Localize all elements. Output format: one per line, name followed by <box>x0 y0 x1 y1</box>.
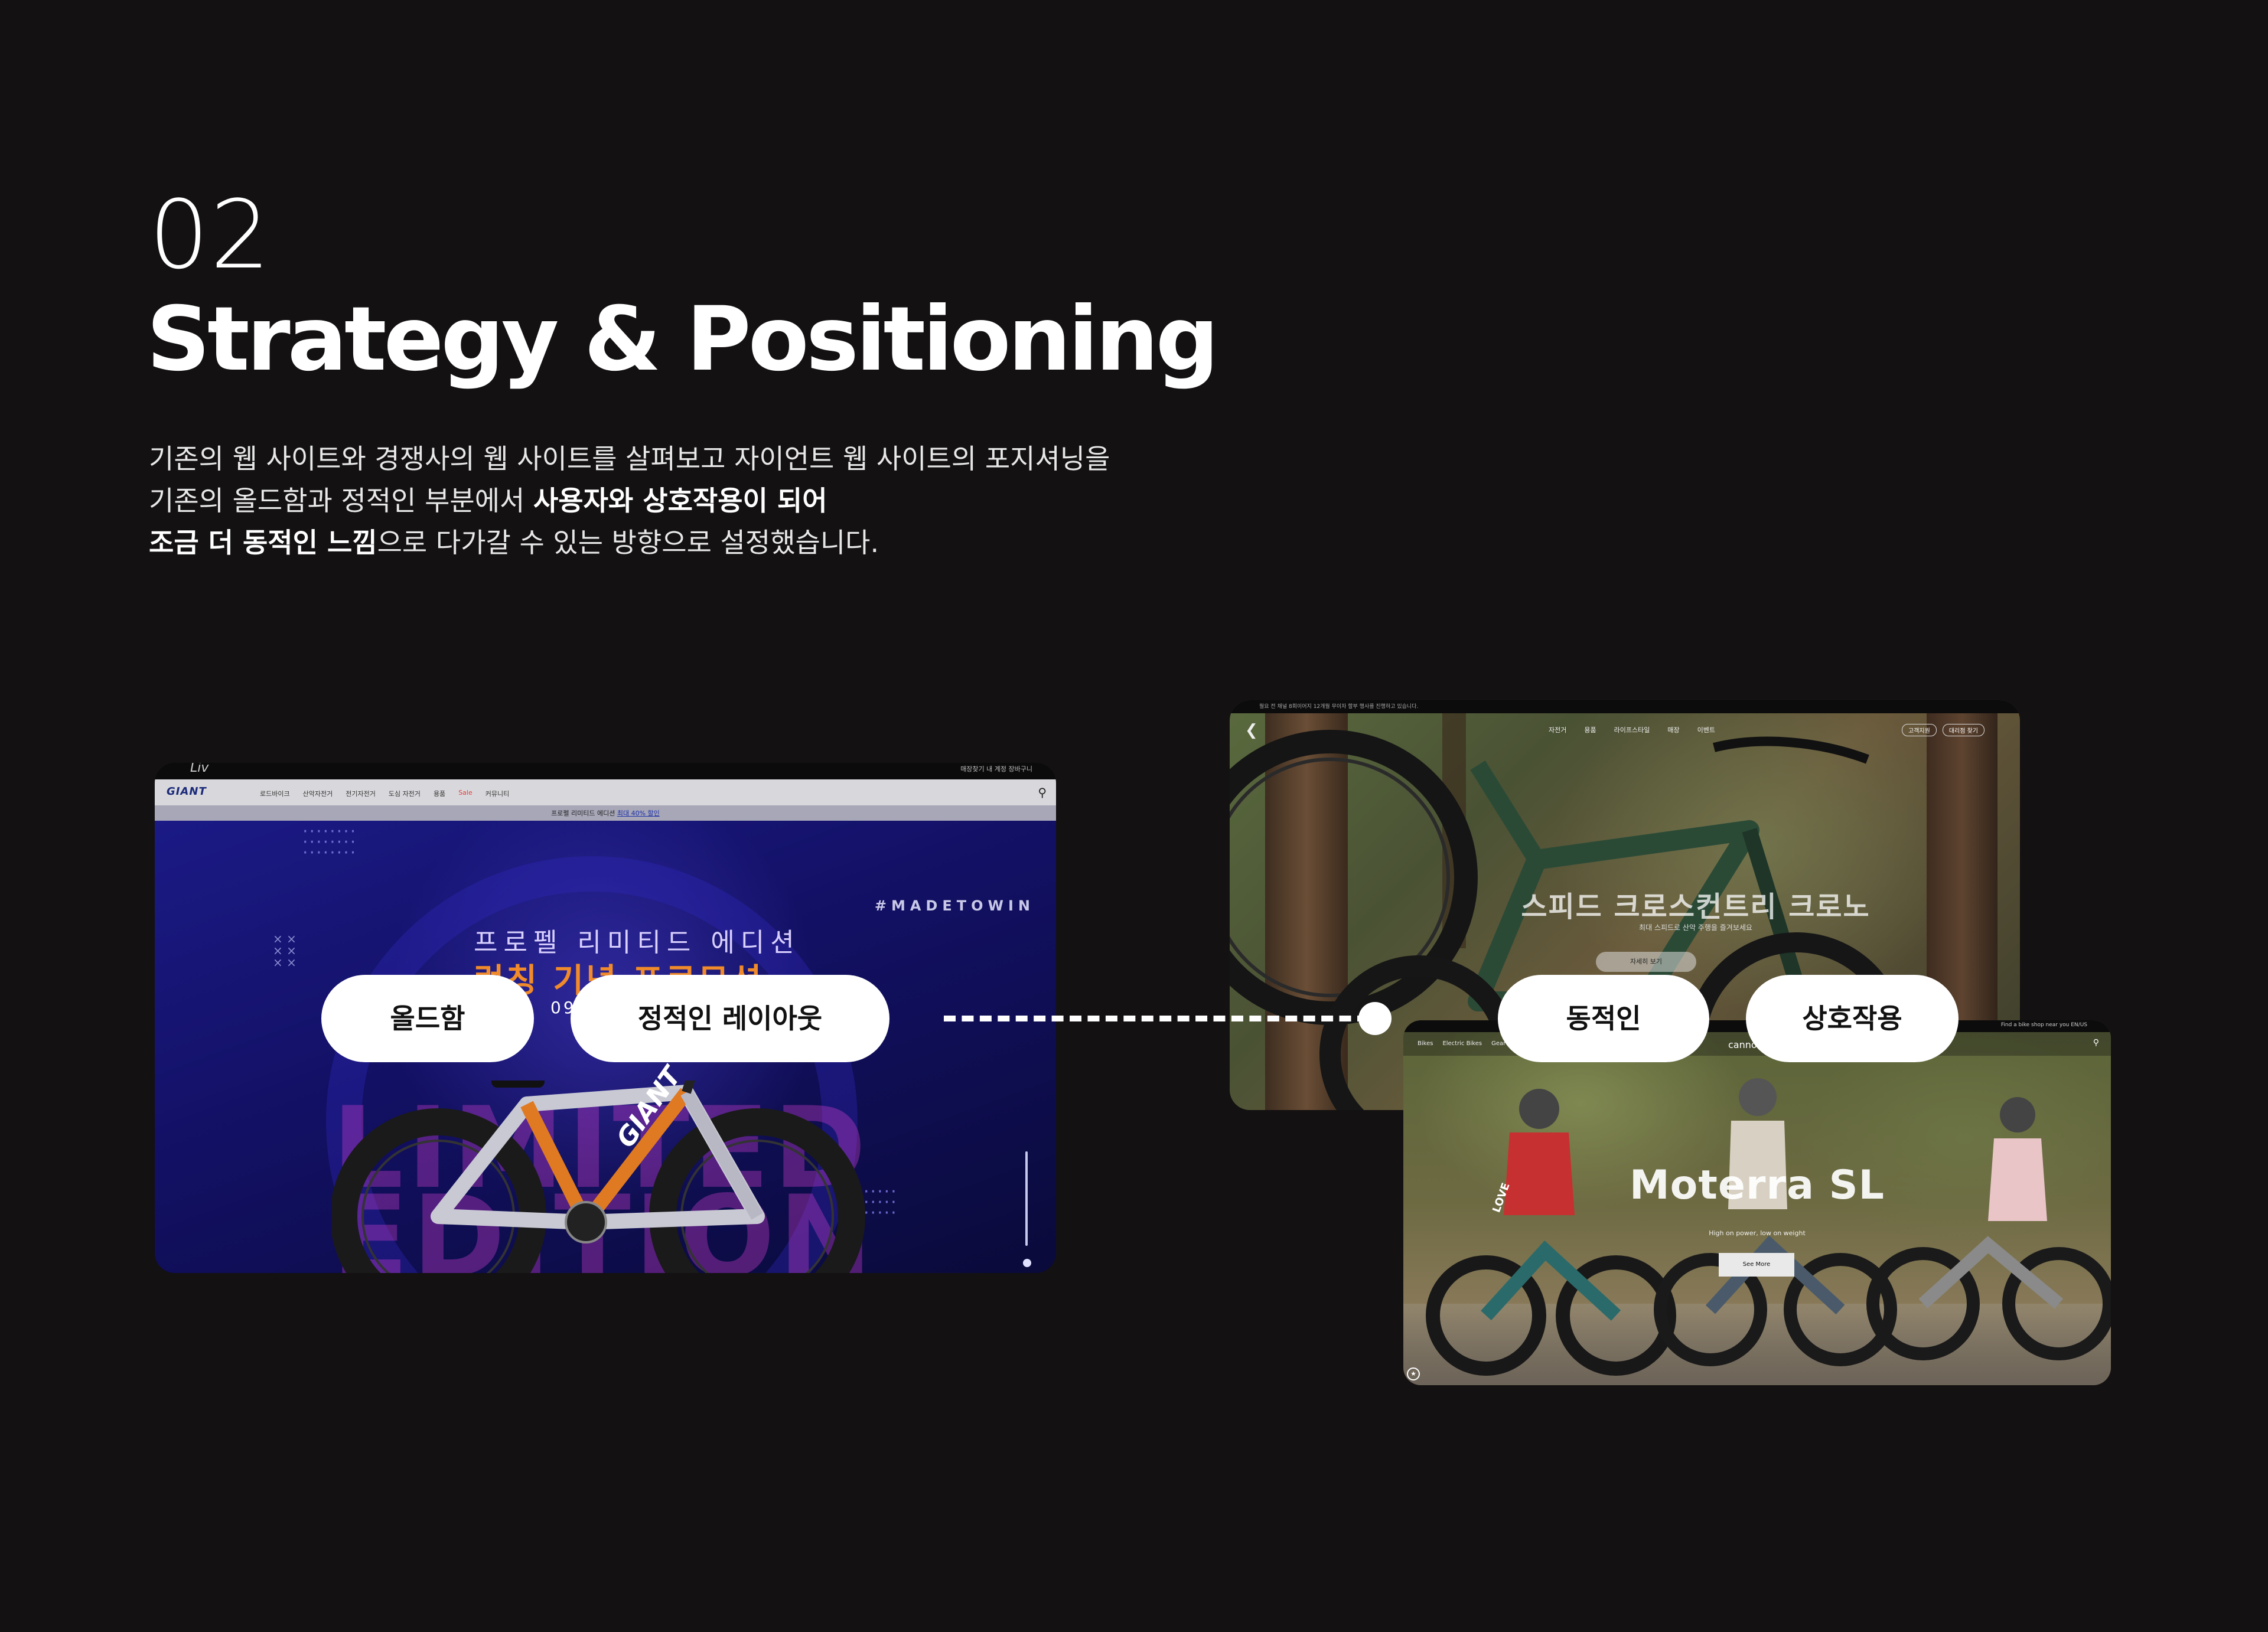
road-bike-illustration <box>332 1081 865 1273</box>
tag-static-layout: 정적인 레이아웃 <box>571 975 889 1062</box>
scroll-indicator <box>1025 1151 1028 1246</box>
cannondale2-hero-subtitle: High on power, low on weight <box>1709 1229 1806 1237</box>
giant-top-menu: 매장찾기 내 계정 장바구니 <box>960 765 1032 773</box>
giant-promo-link: 최대 40% 할인 <box>617 810 660 817</box>
cannondale-hero-title: 스피드 크로스컨트리 크로노 <box>1521 890 1871 923</box>
hashtag-text: #MADETOWIN <box>874 897 1035 914</box>
connector-joint-dot <box>1358 1002 1392 1035</box>
giant-menu-item-sale: Sale <box>458 789 472 797</box>
giant-top-bar: Liv 매장찾기 내 계정 장바구니 <box>155 763 1056 779</box>
cannondale-cta-button: 자세히 보기 <box>1596 952 1696 972</box>
accessibility-icon: ★ <box>1407 1367 1420 1380</box>
cannondale2-cta-button: See More <box>1719 1253 1794 1277</box>
cannondale2-hero-title: Moterra SL <box>1630 1162 1885 1209</box>
cannondale-menu-item: 매장 <box>1667 726 1680 734</box>
cannondale-menu-item: 이벤트 <box>1697 726 1715 734</box>
liv-logo: Liv <box>190 763 209 775</box>
cannondale2-menu-item: Gear <box>1491 1040 1506 1047</box>
giant-menu-item: 용품 <box>433 790 446 798</box>
tag-dynamic: 동적인 <box>1498 975 1709 1062</box>
cannondale2-menu: Bikes Electric Bikes Gear <box>1418 1040 1506 1047</box>
cannondale-nav-buttons: 고객지원 대리점 찾기 <box>1902 724 1984 736</box>
giant-menu-item: 전기자전거 <box>346 790 376 798</box>
cannondale-site-screenshot-2: LOVE Find a bike shop near you EN/US Bik… <box>1403 1020 2111 1385</box>
cannondale-menu: 자전거 용품 라이프스타일 매장 이벤트 <box>1549 725 1715 735</box>
cannondale-menu-item: 용품 <box>1584 726 1596 734</box>
search-icon: ⚲ <box>1038 785 1047 799</box>
cannondale-nav: ❮ 자전거 용품 라이프스타일 매장 이벤트 고객지원 대리점 찾기 <box>1230 713 2020 742</box>
desc-line-3: 조금 더 동적인 느낌으로 다가갈 수 있는 방향으로 설정했습니다. <box>149 527 879 559</box>
search-icon: ⚲ <box>2093 1038 2099 1047</box>
desc-line-1: 기존의 웹 사이트와 경쟁사의 웹 사이트를 살펴보고 자이언트 웹 사이트의 … <box>149 443 1110 475</box>
slide-dot <box>1023 1259 1031 1267</box>
giant-menu: 로드바이크 산악자전거 전기자전거 도심 자전거 용품 Sale 커뮤니티 <box>260 789 509 798</box>
giant-menu-item: 로드바이크 <box>260 790 290 798</box>
cannondale-menu-item: 라이프스타일 <box>1614 726 1650 734</box>
giant-menu-item: 커뮤니티 <box>485 790 510 798</box>
tag-interaction: 상호작용 <box>1746 975 1959 1062</box>
giant-promo-text: 프로펠 리미티드 에디션 <box>551 810 617 817</box>
giant-menu-item: 도심 자전거 <box>388 790 421 798</box>
giant-nav: GIANT 로드바이크 산악자전거 전기자전거 도심 자전거 용품 Sale 커… <box>155 779 1056 805</box>
cannondale-top-bar: 월요 전 채널 8회이어지 12개월 무이자 할부 행사를 진행하고 있습니다. <box>1230 700 2020 713</box>
dashed-connector-line <box>944 1016 1369 1021</box>
giant-logo: GIANT <box>167 785 207 798</box>
section-title: Strategy & Positioning <box>146 288 1219 391</box>
tag-old: 올드함 <box>321 975 534 1062</box>
cannondale-menu-item: 자전거 <box>1549 726 1567 734</box>
cannondale-logo-icon: ❮ <box>1245 722 1258 739</box>
cannondale2-menu-item: Bikes <box>1418 1040 1433 1047</box>
section-number: 02 <box>149 179 272 290</box>
giant-promo-bar: 프로펠 리미티드 에디션 최대 40% 할인 <box>155 805 1056 821</box>
dot-grid-decoration: ········ ········ ········ <box>302 821 357 863</box>
cannondale-hero-subtitle: 최대 스피드로 산악 주행을 즐겨보세요 <box>1639 923 1752 932</box>
cannondale2-menu-item: Electric Bikes <box>1442 1040 1482 1047</box>
dealer-button: 대리점 찾기 <box>1942 724 1984 736</box>
riders-illustration <box>1426 1078 2111 1376</box>
hero-title-1: 프로펠 리미티드 에디션 <box>474 928 800 958</box>
x-pattern-decoration: × × × × × × <box>273 932 296 970</box>
giant-menu-item: 산악자전거 <box>302 790 333 798</box>
support-button: 고객지원 <box>1902 724 1937 736</box>
section-description: 기존의 웹 사이트와 경쟁사의 웹 사이트를 살펴보고 자이언트 웹 사이트의 … <box>149 438 1110 564</box>
desc-line-2: 기존의 올드함과 정적인 부분에서 사용자와 상호작용이 되어 <box>149 485 827 517</box>
